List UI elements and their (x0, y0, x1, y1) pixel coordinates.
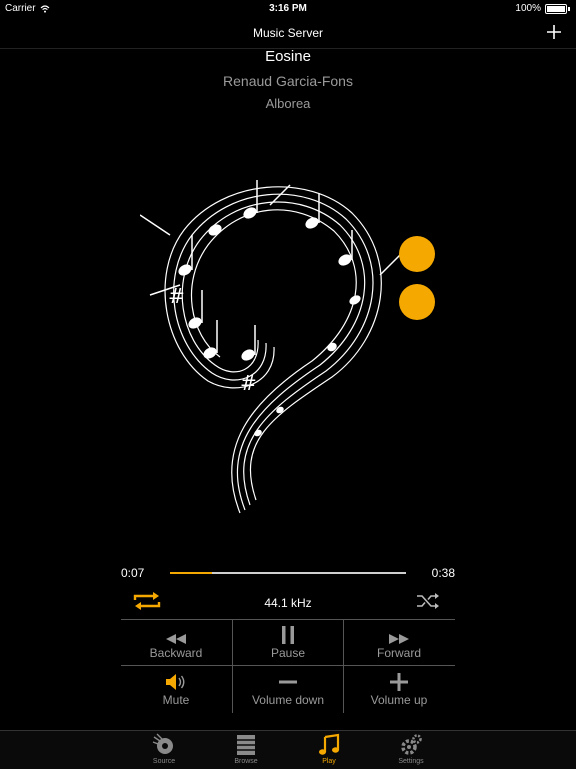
backward-label: Backward (149, 646, 203, 660)
browse-icon (237, 735, 255, 755)
svg-text:#: # (240, 371, 257, 395)
minus-icon (279, 680, 297, 684)
status-bar: Carrier 3:16 PM 100% (0, 0, 576, 18)
gear-icon (401, 734, 422, 755)
tab-settings-label: Settings (398, 758, 424, 765)
tab-source-label: Source (152, 758, 176, 765)
total-time: 0:38 (431, 566, 455, 580)
shuffle-icon (417, 593, 439, 609)
speaker-icon (166, 674, 185, 690)
progress-fill (170, 572, 212, 574)
volume-up-button[interactable]: Volume up (344, 666, 454, 712)
tab-play-label: Play (322, 758, 336, 765)
tab-source[interactable]: Source (134, 733, 194, 765)
album-art: # # (140, 180, 401, 514)
tab-play[interactable]: Play (299, 733, 359, 765)
pause-button[interactable]: Pause (233, 619, 343, 665)
accent-dot-upper (399, 236, 435, 272)
mute-label: Mute (162, 693, 190, 707)
fast-forward-icon (389, 634, 409, 644)
pause-icon (282, 626, 294, 644)
forward-button[interactable]: Forward (344, 619, 454, 665)
tab-browse-label: Browse (234, 758, 258, 765)
music-note-icon (319, 733, 340, 755)
tab-bar: Source Browse Play Settings (0, 730, 576, 769)
svg-text:#: # (168, 284, 185, 308)
rewind-icon (166, 634, 186, 644)
forward-label: Forward (376, 646, 421, 660)
sample-rate: 44.1 kHz (264, 596, 312, 610)
mute-button[interactable]: Mute (121, 666, 231, 712)
nav-title: Music Server (252, 26, 323, 40)
volume-down-label: Volume down (251, 693, 325, 707)
elapsed-time: 0:07 (121, 566, 145, 580)
track-album: Alborea (265, 96, 311, 111)
shuffle-button[interactable] (416, 592, 440, 615)
status-time: 3:16 PM (269, 3, 307, 14)
track-title: Eosine (265, 48, 311, 65)
add-button[interactable] (546, 20, 562, 45)
accent-dot-lower (399, 284, 435, 320)
battery-icon (545, 3, 567, 14)
nav-bar: Music Server (0, 18, 576, 49)
plus-icon (390, 673, 408, 691)
tab-settings[interactable]: Settings (381, 733, 441, 765)
plus-icon (547, 25, 561, 39)
control-grid: Backward Pause Forward Mute Volume down … (121, 619, 455, 713)
volume-down-button[interactable]: Volume down (233, 666, 343, 712)
pause-label: Pause (270, 646, 306, 660)
battery-cap (568, 6, 570, 11)
status-right: 100% (515, 3, 570, 14)
source-icon (152, 733, 173, 754)
track-artist: Renaud Garcia-Fons (223, 73, 353, 89)
tab-browse[interactable]: Browse (216, 733, 276, 765)
volume-up-label: Volume up (370, 693, 428, 707)
battery-percent: 100% (515, 3, 541, 14)
backward-button[interactable]: Backward (121, 619, 231, 665)
